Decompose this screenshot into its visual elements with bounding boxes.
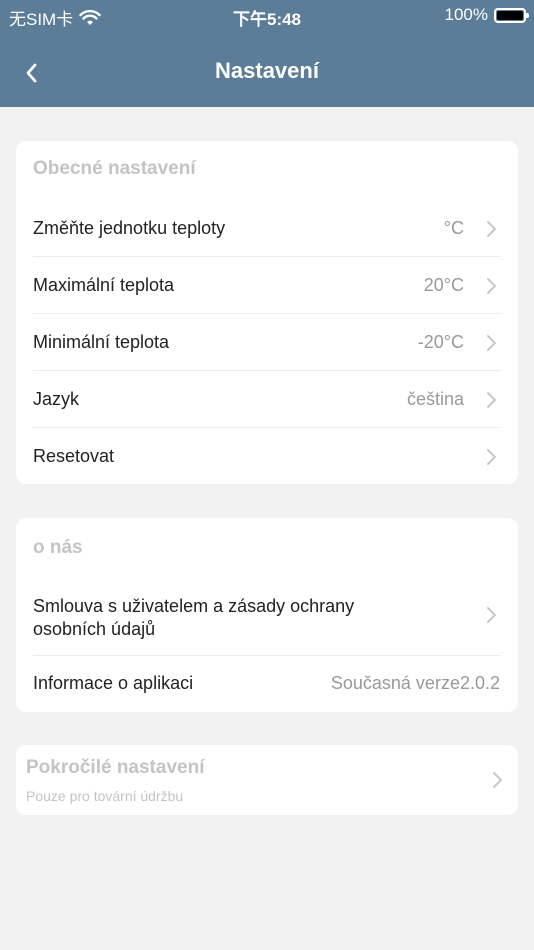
divider [33,370,501,371]
privacy-policy-row[interactable]: Smlouva s uživatelem a zásady ochrany os… [16,584,518,654]
chevron-right-icon [493,772,502,788]
divider [33,655,501,656]
advanced-settings-title: Pokročilé nastavení [26,757,205,778]
reset-label: Resetovat [33,446,115,466]
language-row[interactable]: Jazyk čeština [16,376,518,426]
about-section-title: o nás [33,537,83,558]
temperature-unit-value: °C [443,218,464,238]
min-temperature-label: Minimální teplota [33,332,170,352]
battery-percent: 100% [444,5,488,24]
app-info-label: Informace o aplikaci [33,673,194,693]
divider [33,256,501,257]
chevron-right-icon [487,392,496,408]
advanced-settings-card[interactable]: Pokročilé nastavení Pouze pro tovární úd… [16,745,518,815]
chevron-right-icon [487,221,496,237]
reset-row[interactable]: Resetovat [16,433,518,483]
divider [33,427,501,428]
min-temperature-row[interactable]: Minimální teplota -20°C [16,319,518,369]
privacy-policy-label-line2: osobních údajů [33,619,156,639]
app-info-row[interactable]: Informace o aplikaci Současná verze2.0.2 [16,659,518,709]
about-card: o nás Smlouva s uživatelem a zásady ochr… [16,518,518,712]
chevron-right-icon [487,449,496,465]
chevron-right-icon [487,335,496,351]
chevron-right-icon [487,607,496,623]
max-temperature-value: 20°C [423,275,464,295]
app-header: 无SIM卡 下午5:48 100% Nastavení [0,0,534,107]
page-title: Nastavení [215,58,319,83]
advanced-settings-subtitle: Pouze pro tovární údržbu [26,788,184,804]
max-temperature-row[interactable]: Maximální teplota 20°C [16,262,518,312]
temperature-unit-label: Změňte jednotku teploty [33,218,226,238]
divider [33,313,501,314]
max-temperature-label: Maximální teplota [33,275,175,295]
language-label: Jazyk [33,389,80,409]
general-section-title: Obecné nastavení [33,158,196,179]
temperature-unit-row[interactable]: Změňte jednotku teploty °C [16,205,518,255]
status-bar: 无SIM卡 下午5:48 100% [0,0,534,30]
general-settings-card: Obecné nastavení Změňte jednotku teploty… [16,141,518,484]
privacy-policy-label: Smlouva s uživatelem a zásady ochrany os… [33,595,354,641]
chevron-right-icon [487,278,496,294]
app-version-value: Současná verze2.0.2 [330,673,500,693]
language-value: čeština [406,389,464,409]
min-temperature-value: -20°C [417,332,464,352]
privacy-policy-label-line1: Smlouva s uživatelem a zásady ochrany [33,596,355,616]
battery-icon [494,7,529,23]
